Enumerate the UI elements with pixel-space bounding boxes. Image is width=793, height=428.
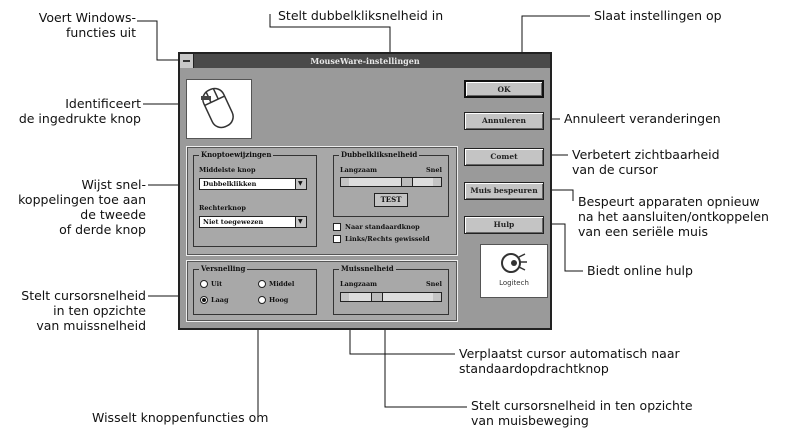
assignments-panel: Knoptoewijzingen Middelste knop Dubbelkl…: [186, 146, 458, 256]
callout-detect-line1: Bespeurt apparaten opnieuw: [578, 194, 760, 209]
double-click-label: Dubbelkliksnelheid: [339, 150, 420, 159]
accel-off-label: Uit: [211, 280, 223, 288]
button-assignments-group: Knoptoewijzingen Middelste knop Dubbelkl…: [193, 150, 317, 247]
right-button-value: Niet toegewezen: [203, 218, 264, 226]
mouse-icon: [201, 87, 234, 129]
line-motion: [384, 320, 467, 408]
accel-medium-label: Middel: [269, 280, 295, 288]
callout-motion: Stelt cursorsnelheid in ten opzichte van…: [471, 398, 693, 428]
motion-slider[interactable]: [340, 292, 442, 302]
callout-identify: Identificeert de ingedrukte knop: [0, 96, 141, 126]
assignments-label: Knoptoewijzingen: [199, 150, 274, 159]
callout-identify-line2: de ingedrukte knop: [18, 111, 141, 126]
test-area[interactable]: TEST: [374, 193, 408, 207]
accel-high-label: Hoog: [269, 296, 289, 304]
system-menu-icon[interactable]: [180, 54, 194, 68]
line-sysmenu: [137, 20, 183, 61]
slider-left-arrow[interactable]: [341, 293, 349, 301]
logitech-logo: Logitech: [480, 244, 548, 298]
callout-snap-line2: standaardopdrachtknop: [459, 361, 609, 376]
chevron-down-icon: [295, 217, 306, 227]
snap-to-default-label: Naar standaardknop: [345, 223, 420, 231]
window-title: MouseWare-instellingen: [310, 56, 420, 66]
slider-right-arrow[interactable]: [433, 178, 441, 186]
callout-assign: Wijst snel- koppelingen toe aan de tweed…: [0, 177, 146, 237]
right-button-label: Rechterknop: [199, 204, 246, 212]
callout-accel-line3: van muissnelheid: [36, 318, 146, 333]
callout-swap: Wisselt knoppenfuncties om: [92, 410, 269, 425]
callout-assign-line4: of derde knop: [59, 222, 146, 237]
accel-off-radio[interactable]: [200, 280, 208, 288]
accel-high-radio[interactable]: [258, 296, 266, 304]
callout-cancel: Annuleert veranderingen: [564, 111, 721, 126]
callout-accel-line2: in ten opzichte: [53, 303, 146, 318]
callout-snap-line1: Verplaatst cursor automatisch naar: [459, 346, 680, 361]
callout-motion-line1: Stelt cursorsnelheid in ten opzichte: [471, 398, 693, 413]
callout-sysmenu: Voert Windows- functies uit: [0, 10, 136, 40]
slider-thumb[interactable]: [371, 293, 383, 301]
double-click-slider[interactable]: [340, 177, 442, 187]
callout-comet-line2: van de cursor: [572, 162, 658, 177]
accel-low-label: Laag: [211, 296, 229, 304]
callout-comet: Verbetert zichtbaarheid van de cursor: [572, 147, 720, 177]
callout-accel: Stelt cursorsnelheid in ten opzichte van…: [0, 288, 146, 333]
callout-detect-line2: na het aansluiten/ontkoppelen: [578, 209, 769, 224]
callout-help: Biedt online hulp: [587, 263, 693, 278]
swap-buttons-label: Links/Rechts gewisseld: [345, 235, 430, 243]
callout-comet-line1: Verbetert zichtbaarheid: [572, 147, 720, 162]
mouse-button-indicator: [186, 79, 252, 139]
logo-text: Logitech: [499, 279, 529, 287]
acceleration-group: Versnelling Uit Laag Middel Hoog: [193, 264, 317, 315]
acceleration-label: Versnelling: [199, 264, 248, 273]
slider-left-arrow[interactable]: [341, 178, 349, 186]
motion-label: Muissnelheid: [339, 264, 396, 273]
callout-assign-line3: de tweede: [80, 207, 146, 222]
double-click-fast: Snel: [425, 166, 442, 174]
callout-snap: Verplaatst cursor automatisch naar stand…: [459, 346, 680, 376]
slider-right-arrow[interactable]: [433, 293, 441, 301]
cancel-button[interactable]: Annuleren: [464, 112, 544, 130]
callout-dblclick: Stelt dubbelkliksnelheid in: [278, 8, 444, 23]
motion-group: Muissnelheid Langzaam Snel: [333, 264, 449, 315]
chevron-down-icon: [295, 179, 306, 189]
callout-sysmenu-line1: Voert Windows-: [38, 10, 136, 25]
snap-to-default-checkbox[interactable]: [333, 223, 341, 231]
comet-button[interactable]: Comet: [464, 148, 544, 166]
middle-button-label: Middelste knop: [199, 166, 256, 174]
callout-detect-line3: van een seriële muis: [578, 224, 708, 239]
speed-panel: Versnelling Uit Laag Middel Hoog Muissne…: [186, 260, 458, 322]
callout-motion-line2: van muisbeweging: [471, 413, 589, 428]
detect-mouse-button[interactable]: Muis bespeuren: [464, 182, 544, 200]
callout-assign-line1: Wijst snel-: [81, 177, 146, 192]
callout-save: Slaat instellingen op: [594, 8, 722, 23]
callout-accel-line1: Stelt cursorsnelheid: [21, 288, 146, 303]
title-bar: MouseWare-instellingen: [180, 54, 550, 68]
motion-fast: Snel: [425, 280, 442, 288]
accel-medium-radio[interactable]: [258, 280, 266, 288]
accel-low-radio[interactable]: [200, 296, 208, 304]
mouseware-dialog: MouseWare-instellingen Knoptoewijzingen …: [178, 52, 552, 330]
double-click-group: Dubbelkliksnelheid Langzaam Snel TEST: [333, 150, 449, 217]
double-click-slow: Langzaam: [340, 166, 378, 174]
callout-assign-line2: koppelingen toe aan: [18, 192, 146, 207]
right-button-select[interactable]: Niet toegewezen: [199, 216, 307, 228]
slider-thumb[interactable]: [401, 178, 413, 186]
help-button[interactable]: Hulp: [464, 216, 544, 234]
swap-buttons-checkbox[interactable]: [333, 235, 341, 243]
ok-button[interactable]: OK: [464, 80, 544, 98]
middle-button-value: Dubbelklikken: [203, 180, 257, 188]
logitech-eye-icon: [501, 253, 527, 273]
callout-sysmenu-line2: functies uit: [66, 25, 136, 40]
motion-slow: Langzaam: [340, 280, 378, 288]
callout-detect: Bespeurt apparaten opnieuw na het aanslu…: [578, 194, 769, 239]
callout-identify-line1: Identificeert: [65, 96, 141, 111]
middle-button-select[interactable]: Dubbelklikken: [199, 178, 307, 190]
